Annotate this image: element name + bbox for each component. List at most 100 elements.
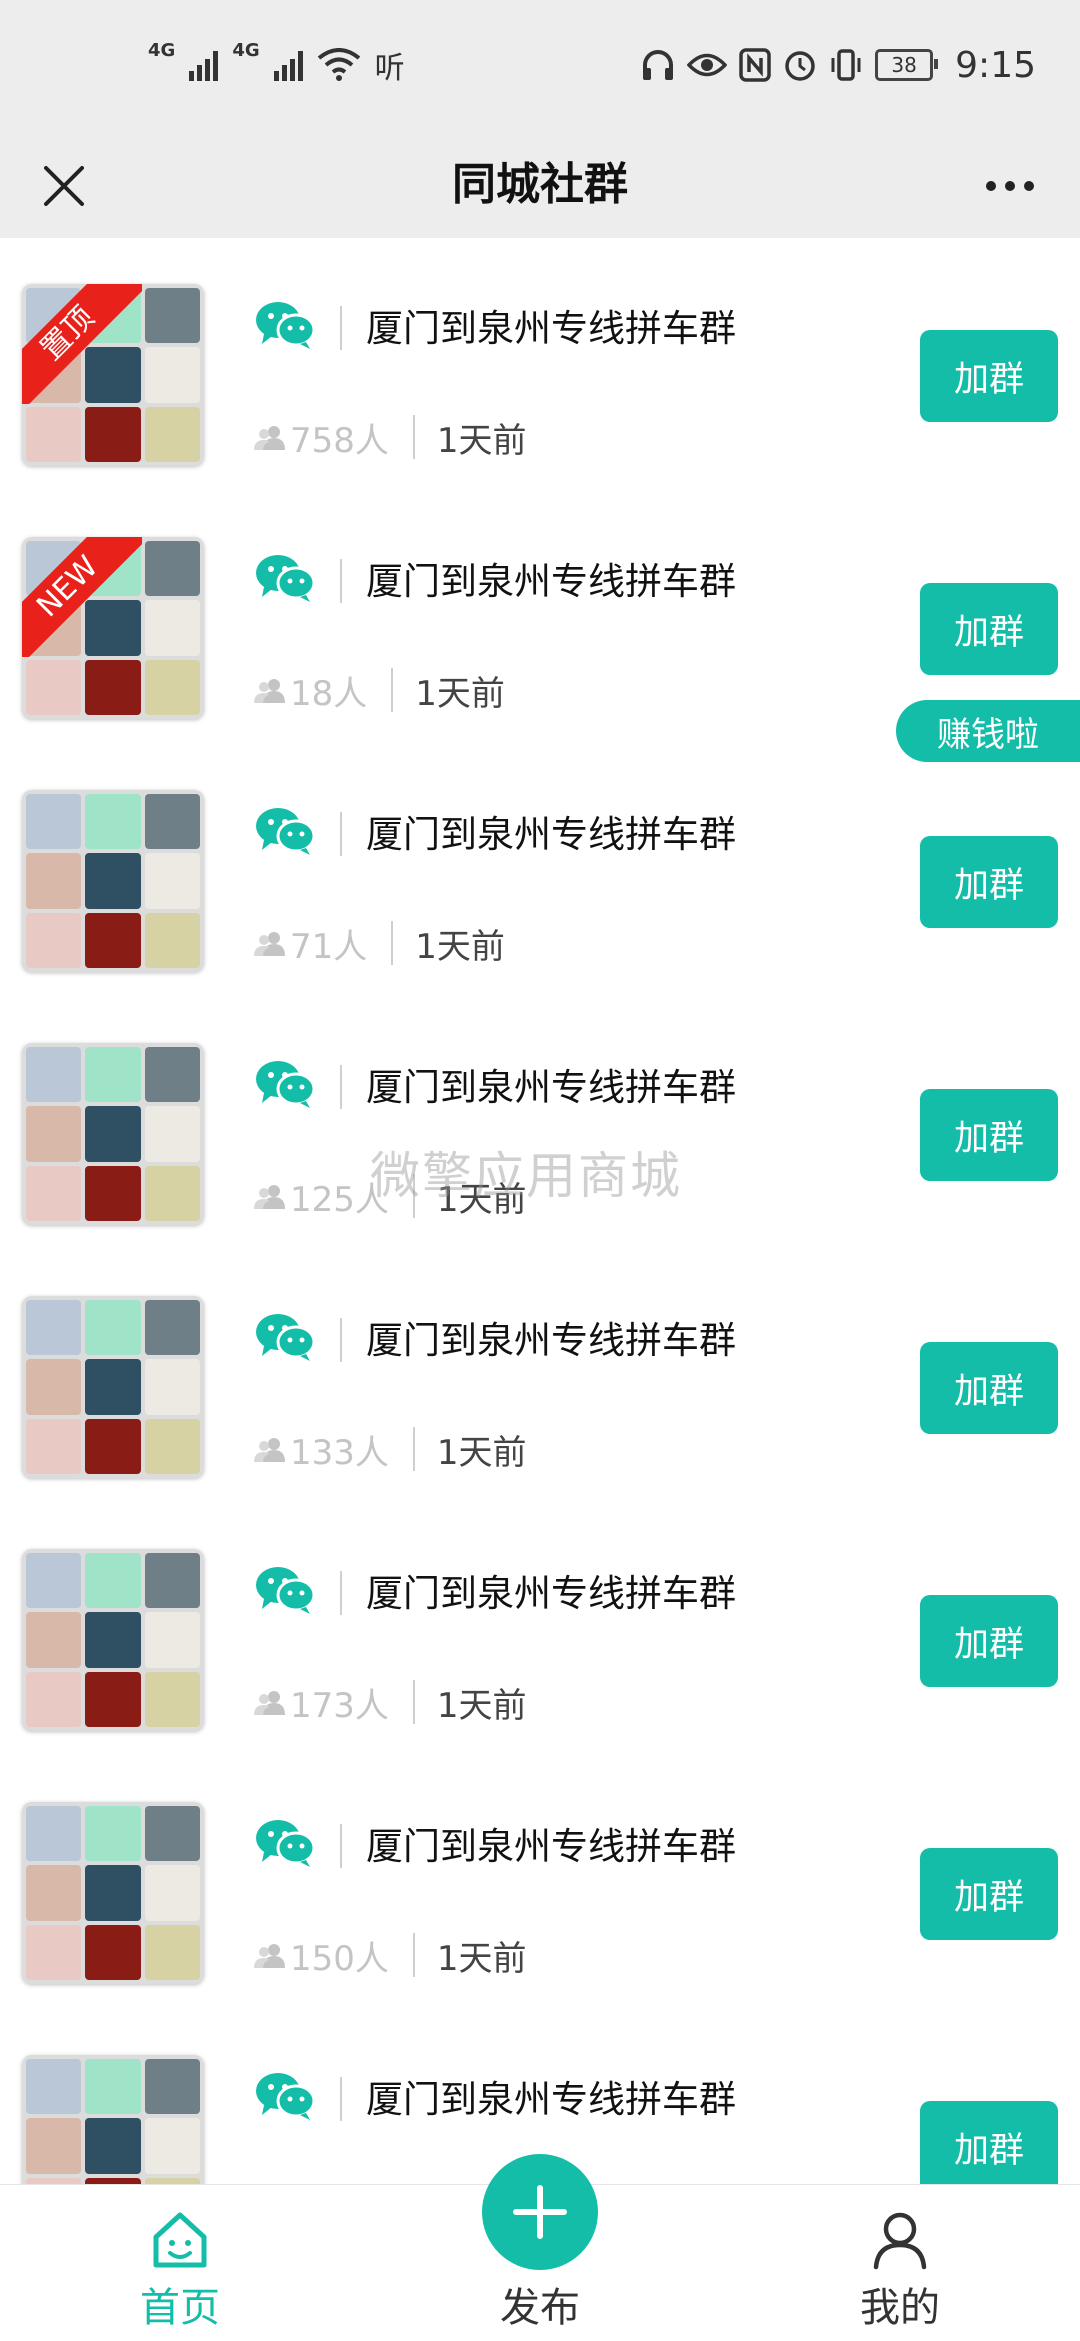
group-meta: 173人 1天前 xyxy=(254,1677,527,1727)
people-icon xyxy=(254,1438,285,1462)
member-count-text: 758人 xyxy=(290,420,389,461)
earn-money-button[interactable]: 赚钱啦 xyxy=(896,700,1080,762)
divider xyxy=(340,1318,342,1362)
vibrate-icon xyxy=(831,49,861,81)
user-icon xyxy=(873,2212,927,2270)
group-title[interactable]: 厦门到泉州专线拼车群 xyxy=(366,2069,736,2123)
group-meta: 758人 1天前 xyxy=(254,412,527,462)
tab-mine-label: 我的 xyxy=(860,2285,940,2331)
group-title[interactable]: 厦门到泉州专线拼车群 xyxy=(366,1310,736,1364)
headphones-icon xyxy=(643,50,674,80)
post-time: 1天前 xyxy=(415,926,505,967)
status-bar: 4G 4G 听 38 9:15 xyxy=(0,0,1080,132)
post-button[interactable] xyxy=(482,2154,598,2270)
wechat-icon xyxy=(256,302,316,349)
group-title[interactable]: 厦门到泉州专线拼车群 xyxy=(366,804,736,858)
group-title[interactable]: 厦门到泉州专线拼车群 xyxy=(366,1816,736,1870)
tab-home[interactable]: 首页 xyxy=(80,2185,280,2341)
list-item[interactable]: 厦门到泉州专线拼车群 150人 1天前 加群 xyxy=(0,1756,1080,2009)
list-item[interactable]: 厦门到泉州专线拼车群 133人 1天前 加群 xyxy=(0,1250,1080,1503)
post-time: 1天前 xyxy=(415,673,505,714)
status-left: 4G 4G 听 xyxy=(148,40,405,90)
group-meta: 71人 1天前 xyxy=(254,918,505,968)
group-title[interactable]: 厦门到泉州专线拼车群 xyxy=(366,1563,736,1617)
wechat-icon xyxy=(256,1061,316,1108)
group-title[interactable]: 厦门到泉州专线拼车群 xyxy=(366,1057,736,1111)
more-button[interactable] xyxy=(960,146,1060,226)
dot-icon xyxy=(1024,181,1034,191)
alarm-icon xyxy=(785,51,815,81)
ribbon-label: NEW xyxy=(22,537,142,657)
wechat-icon xyxy=(256,808,316,855)
join-group-button[interactable]: 加群 xyxy=(920,1595,1058,1687)
status-right: 38 9:15 xyxy=(641,40,1036,90)
member-count-text: 71人 xyxy=(290,926,368,967)
group-meta: 133人 1天前 xyxy=(254,1424,527,1474)
post-time: 1天前 xyxy=(436,1685,527,1726)
group-title[interactable]: 厦门到泉州专线拼车群 xyxy=(366,551,736,605)
wechat-icon xyxy=(256,2073,316,2120)
member-count: 173人 xyxy=(254,1678,389,1727)
join-group-button[interactable]: 加群 xyxy=(920,1089,1058,1181)
member-count: 133人 xyxy=(254,1425,389,1474)
network-label-2: 4G xyxy=(232,40,260,61)
list-item[interactable]: 厦门到泉州专线拼车群 173人 1天前 加群 xyxy=(0,1503,1080,1756)
close-button[interactable] xyxy=(24,146,104,226)
plus-icon xyxy=(513,2185,567,2239)
join-group-button[interactable]: 加群 xyxy=(920,330,1058,422)
status-extra: 听 xyxy=(374,51,405,86)
divider xyxy=(340,306,342,350)
close-icon xyxy=(44,166,84,206)
post-time: 1天前 xyxy=(436,420,527,461)
nfc-icon xyxy=(739,48,771,82)
people-icon xyxy=(254,1944,285,1968)
list-item[interactable]: 置顶 厦门到泉州专线拼车群 758人 1天前 加群 xyxy=(0,238,1080,491)
post-time: 1天前 xyxy=(436,1432,527,1473)
eye-icon xyxy=(687,53,728,77)
meta-divider xyxy=(412,415,415,459)
join-group-button[interactable]: 加群 xyxy=(920,1342,1058,1434)
battery-icon: 38 xyxy=(875,49,939,81)
dot-icon xyxy=(986,181,996,191)
join-group-button[interactable]: 加群 xyxy=(920,2101,1058,2193)
member-count-text: 173人 xyxy=(290,1685,389,1726)
member-count-text: 150人 xyxy=(290,1938,389,1979)
meta-divider xyxy=(391,921,394,965)
member-count: 758人 xyxy=(254,413,389,462)
dot-icon xyxy=(1005,181,1015,191)
group-thumbnail xyxy=(22,1549,204,1731)
join-group-button[interactable]: 加群 xyxy=(920,583,1058,675)
corner-ribbon: 置顶 xyxy=(22,284,142,404)
list-item[interactable]: 厦门到泉州专线拼车群 125人 1天前 加群 xyxy=(0,997,1080,1250)
member-count: 150人 xyxy=(254,1931,389,1980)
group-thumbnail xyxy=(22,790,204,972)
tab-mine[interactable]: 我的 xyxy=(800,2185,1000,2341)
wechat-icon xyxy=(256,1567,316,1614)
wifi-icon xyxy=(317,48,360,81)
group-meta: 18人 1天前 xyxy=(254,665,505,715)
meta-divider xyxy=(412,1933,415,1977)
watermark: 微擎应用商城 xyxy=(370,1147,682,1205)
group-title[interactable]: 厦门到泉州专线拼车群 xyxy=(366,298,736,352)
member-count-text: 133人 xyxy=(290,1432,389,1473)
group-thumbnail xyxy=(22,1043,204,1225)
join-group-button[interactable]: 加群 xyxy=(920,836,1058,928)
wechat-icon xyxy=(256,555,316,602)
member-count: 71人 xyxy=(254,919,367,968)
divider xyxy=(340,1824,342,1868)
wechat-icon xyxy=(256,1314,316,1361)
member-count-text: 18人 xyxy=(290,673,368,714)
people-icon xyxy=(254,932,285,956)
tab-post-label: 发布 xyxy=(500,2285,580,2331)
group-thumbnail xyxy=(22,1802,204,1984)
join-group-button[interactable]: 加群 xyxy=(920,1848,1058,1940)
network-label-1: 4G xyxy=(148,40,176,61)
member-count: 125人 xyxy=(254,1172,389,1221)
home-icon xyxy=(153,2212,207,2268)
list-item[interactable]: 厦门到泉州专线拼车群 71人 1天前 加群 xyxy=(0,744,1080,997)
divider xyxy=(340,1571,342,1615)
signal-icon-2 xyxy=(273,49,303,81)
post-time: 1天前 xyxy=(436,1938,527,1979)
divider xyxy=(340,1065,342,1109)
divider xyxy=(340,559,342,603)
